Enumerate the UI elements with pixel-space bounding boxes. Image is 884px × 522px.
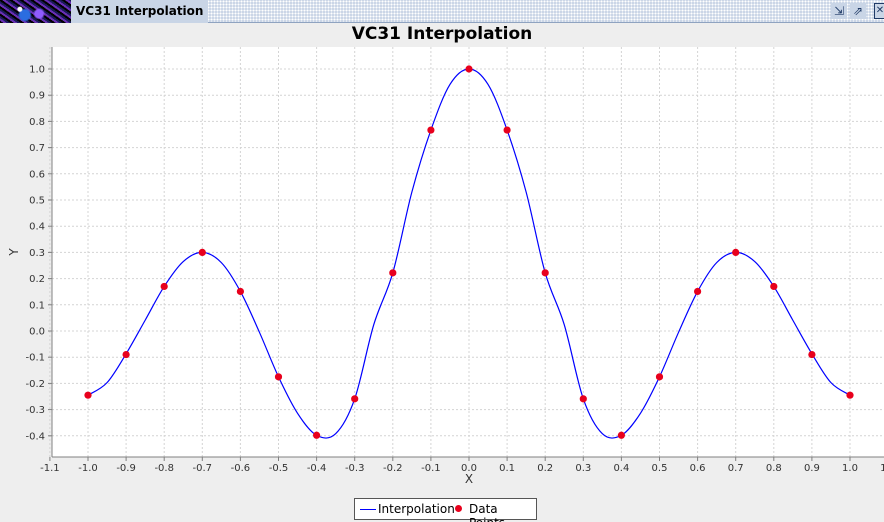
data-point [274, 373, 283, 381]
x-tick-label: -0.4 [307, 463, 327, 474]
y-tick-label: -0.1 [25, 353, 45, 364]
x-tick-label: -0.8 [154, 463, 174, 474]
y-tick-label: 0.5 [29, 196, 45, 207]
x-tick-label: -0.7 [193, 463, 213, 474]
x-tick-label: 0.9 [804, 463, 820, 474]
data-point [808, 350, 816, 359]
data-point [694, 287, 702, 296]
data-point [617, 431, 626, 439]
y-tick-label: 0.9 [29, 91, 45, 102]
y-tick-label: -0.3 [25, 405, 45, 416]
y-tick-label: 0.2 [29, 274, 45, 285]
y-tick-label: 0.1 [29, 300, 45, 311]
x-tick-label: 0.4 [613, 463, 629, 474]
y-tick-label: 0.7 [29, 143, 45, 154]
data-point [541, 269, 549, 277]
y-tick-label: -0.4 [25, 431, 45, 442]
data-point [579, 395, 587, 403]
data-point [770, 282, 778, 291]
x-tick-label: 1.0 [842, 463, 858, 474]
y-tick-label: -0.2 [25, 379, 45, 390]
data-point [84, 391, 92, 399]
data-point [427, 126, 435, 134]
x-tick-label: 0.1 [499, 463, 515, 474]
legend-line-swatch [360, 509, 376, 510]
data-point [732, 248, 740, 256]
y-tick-label: 0.8 [29, 117, 45, 128]
data-point [503, 126, 511, 134]
plot-area: -1.1 -1.0 -0.9 -0.8 -0.7 -0.6 -0.5 -0.4 -0.3 -0.2… [7, 47, 884, 486]
x-tick-label: -1.0 [78, 463, 98, 474]
data-point [351, 395, 359, 403]
x-tick-label: -0.1 [421, 463, 441, 474]
legend-dot-swatch [455, 505, 462, 512]
x-tick-label: -1.1 [40, 463, 60, 474]
y-tick-label: 0.0 [29, 327, 45, 338]
data-point [198, 248, 206, 256]
legend: Interpolation Data Points [354, 498, 537, 522]
data-point [122, 350, 130, 359]
x-tick-label: -0.3 [345, 463, 365, 474]
x-tick-label: 0.8 [766, 463, 782, 474]
y-axis-label: Y [7, 248, 21, 257]
y-axis-ticks: -0.4 -0.3 -0.2 -0.1 0.0 0.1 0.2 0.3 0.4 0.5 0.6 0.7… [25, 65, 52, 442]
data-point [313, 431, 321, 439]
y-tick-label: 1.0 [29, 65, 45, 76]
legend-label-data-points: Data Points [469, 502, 505, 522]
x-tick-label: -0.2 [383, 463, 403, 474]
x-tick-label: -0.9 [116, 463, 136, 474]
legend-label-interpolation: Interpolation [378, 502, 455, 516]
data-point [846, 391, 854, 399]
x-tick-label: 1.1 [880, 463, 884, 474]
data-point [655, 373, 664, 381]
y-tick-label: 0.6 [29, 169, 45, 180]
data-point [236, 287, 244, 296]
x-tick-label: 0.5 [652, 463, 668, 474]
data-point [389, 269, 397, 277]
x-tick-label: -0.6 [231, 463, 251, 474]
y-tick-label: 0.3 [29, 248, 45, 259]
x-tick-label: 0.2 [537, 463, 553, 474]
x-tick-label: 0.3 [575, 463, 591, 474]
x-tick-label: -0.5 [269, 463, 289, 474]
x-axis-ticks: -1.1 -1.0 -0.9 -0.8 -0.7 -0.6 -0.5 -0.4 -0.3 -0.2… [40, 457, 884, 474]
y-tick-label: 0.4 [29, 222, 45, 233]
x-axis-label: X [465, 472, 473, 486]
data-point [160, 282, 168, 291]
x-tick-label: 0.7 [728, 463, 744, 474]
data-point [465, 65, 473, 73]
x-tick-label: 0.6 [690, 463, 706, 474]
